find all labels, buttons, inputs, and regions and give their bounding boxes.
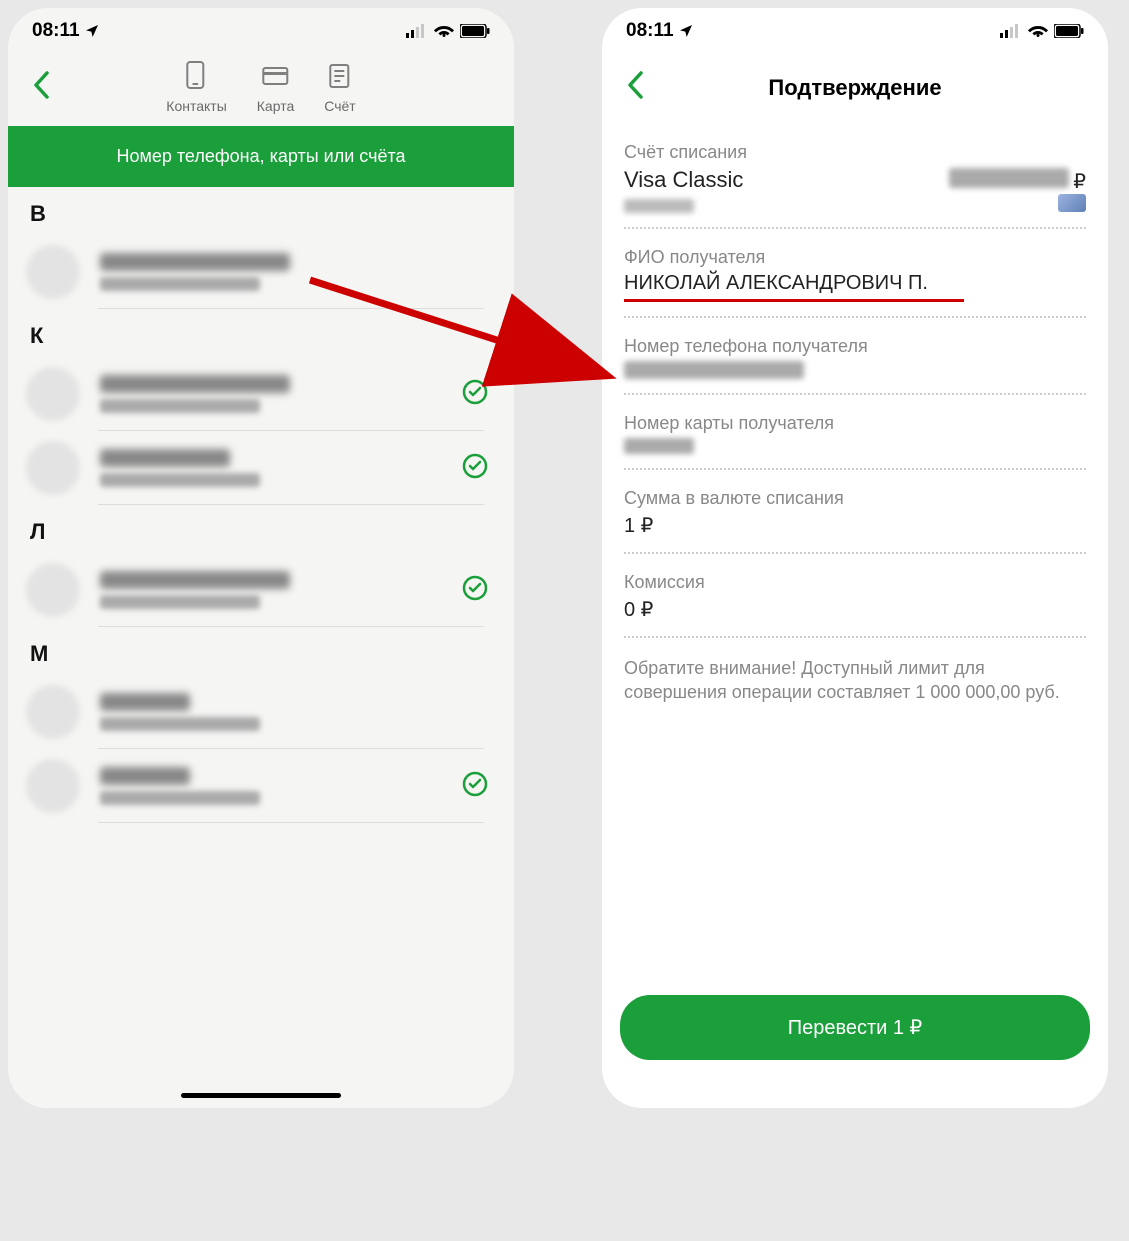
location-icon [84, 23, 100, 39]
limit-notice: Обратите внимание! Доступный лимит для с… [624, 656, 1086, 705]
amount-value: 1 ₽ [624, 513, 1086, 538]
confirmation-details: Счёт списания Visa Classic ₽ ФИО получат… [602, 126, 1108, 995]
battery-icon [460, 24, 490, 38]
tab-account-label: Счёт [324, 98, 355, 114]
confirmation-screen: 08:11 Подтверждение Счёт списания [602, 8, 1108, 1108]
battery-icon [1054, 24, 1084, 38]
contact-name-blurred [100, 449, 230, 467]
contact-name-blurred [100, 375, 290, 393]
avatar [26, 759, 80, 813]
contact-phone-blurred [100, 399, 260, 413]
contacts-list[interactable]: В К Л М [8, 187, 514, 1108]
search-input[interactable]: Номер телефона, карты или счёта [8, 126, 514, 187]
recipient-phone-label: Номер телефона получателя [624, 336, 1086, 357]
debit-account-label: Счёт списания [624, 142, 1086, 163]
sber-check-icon [462, 771, 488, 802]
recipient-card-label: Номер карты получателя [624, 413, 1086, 434]
divider [624, 316, 1086, 318]
card-icon [261, 60, 291, 90]
phone-icon [182, 60, 212, 90]
avatar [26, 367, 80, 421]
status-time: 08:11 [626, 20, 674, 42]
commission-block: Комиссия 0 ₽ [624, 572, 1086, 622]
currency-suffix: ₽ [1073, 169, 1086, 194]
header: Подтверждение [602, 50, 1108, 126]
debit-account-name: Visa Classic [624, 167, 743, 193]
status-bar: 08:11 [8, 8, 514, 50]
search-placeholder: Номер телефона, карты или счёта [116, 146, 405, 166]
contact-row[interactable] [8, 357, 514, 431]
mini-card-icon [1058, 194, 1086, 212]
contact-name-blurred [100, 571, 290, 589]
sber-check-icon [462, 575, 488, 606]
recipient-phone-blurred [624, 361, 804, 379]
page-title: Подтверждение [768, 75, 941, 101]
amount-block: Сумма в валюте списания 1 ₽ [624, 488, 1086, 538]
transfer-button[interactable]: Перевести 1 ₽ [620, 995, 1090, 1060]
tab-card[interactable]: Карта [257, 60, 294, 114]
avatar [26, 563, 80, 617]
tab-contacts[interactable]: Контакты [166, 60, 226, 114]
contact-phone-blurred [100, 473, 260, 487]
divider [624, 468, 1086, 470]
recipient-name-block: ФИО получателя НИКОЛАЙ АЛЕКСАНДРОВИЧ П. [624, 247, 1086, 302]
amount-label: Сумма в валюте списания [624, 488, 1086, 509]
top-nav: Контакты Карта Счёт [8, 50, 514, 126]
sber-check-icon [462, 379, 488, 410]
cellular-signal-icon [1000, 24, 1022, 38]
recipient-phone-block: Номер телефона получателя [624, 336, 1086, 379]
recipient-name-value: НИКОЛАЙ АЛЕКСАНДРОВИЧ П. [624, 272, 1086, 295]
avatar [26, 245, 80, 299]
divider [624, 393, 1086, 395]
location-icon [678, 23, 694, 39]
cellular-signal-icon [406, 24, 428, 38]
transfer-button-label: Перевести 1 ₽ [788, 1017, 923, 1039]
annotation-underline [624, 299, 964, 302]
recipient-card-block: Номер карты получателя [624, 413, 1086, 454]
contact-row[interactable] [8, 675, 514, 749]
back-button[interactable] [24, 60, 58, 116]
contact-phone-blurred [100, 595, 260, 609]
contact-phone-blurred [100, 277, 260, 291]
section-header: В [8, 187, 514, 235]
contact-row[interactable] [8, 431, 514, 505]
contacts-screen: 08:11 Контакты [8, 8, 514, 1108]
sber-check-icon [462, 453, 488, 484]
status-bar: 08:11 [602, 8, 1108, 50]
back-button[interactable] [618, 60, 652, 116]
contact-name-blurred [100, 253, 290, 271]
recipient-name-label: ФИО получателя [624, 247, 1086, 268]
status-time: 08:11 [32, 20, 80, 42]
contact-phone-blurred [100, 791, 260, 805]
commission-label: Комиссия [624, 572, 1086, 593]
contact-name-blurred [100, 767, 190, 785]
contact-row[interactable] [8, 235, 514, 309]
section-header: К [8, 309, 514, 357]
account-icon [325, 60, 355, 90]
contact-name-blurred [100, 693, 190, 711]
tab-account[interactable]: Счёт [324, 60, 355, 114]
divider [624, 552, 1086, 554]
home-indicator[interactable] [181, 1093, 341, 1098]
debit-account-block: Счёт списания Visa Classic ₽ [624, 142, 1086, 213]
debit-card-number-blurred [624, 199, 694, 213]
divider [624, 227, 1086, 229]
wifi-icon [434, 24, 454, 38]
section-header: М [8, 627, 514, 675]
debit-balance-blurred [949, 168, 1069, 188]
divider [624, 636, 1086, 638]
section-header: Л [8, 505, 514, 553]
commission-value: 0 ₽ [624, 597, 1086, 622]
contact-row[interactable] [8, 553, 514, 627]
avatar [26, 441, 80, 495]
avatar [26, 685, 80, 739]
contact-phone-blurred [100, 717, 260, 731]
contact-row[interactable] [8, 749, 514, 823]
recipient-card-blurred [624, 438, 694, 454]
tab-card-label: Карта [257, 98, 294, 114]
wifi-icon [1028, 24, 1048, 38]
tab-contacts-label: Контакты [166, 98, 226, 114]
